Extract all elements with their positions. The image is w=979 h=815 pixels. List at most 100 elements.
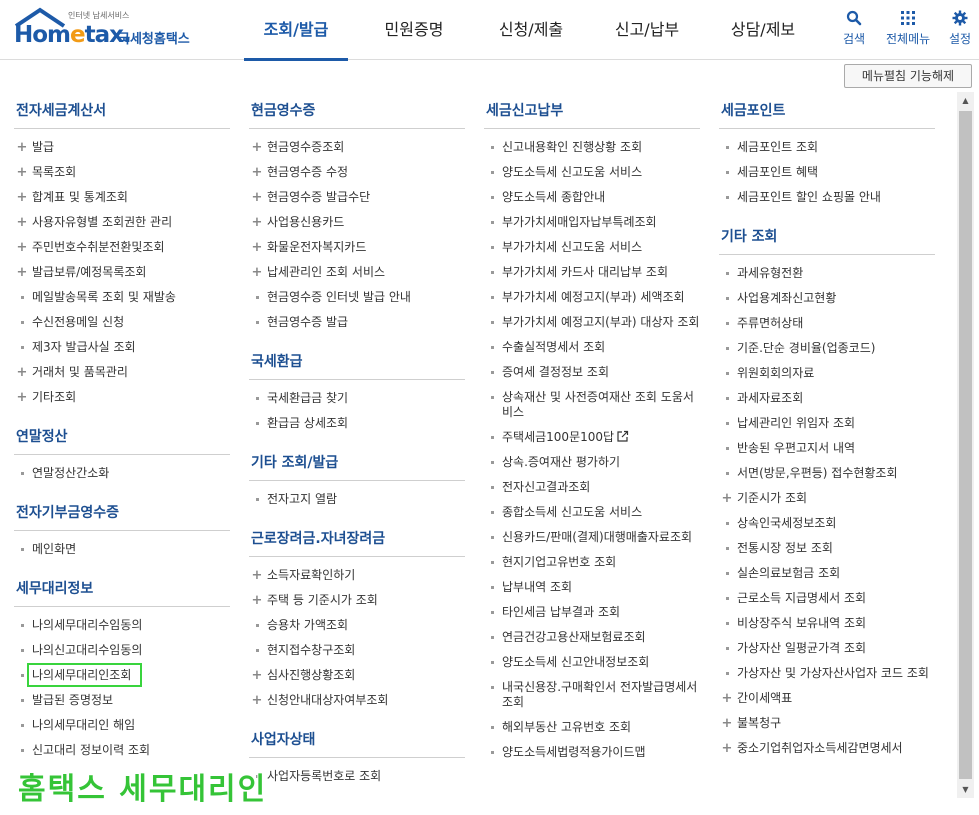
menu-item-link[interactable]: + 현금영수증조회 [249,135,465,160]
menu-item-link[interactable]: 발급된 증명정보 [14,688,230,713]
menu-item-link[interactable]: 나의세무대리인조회 [14,663,230,688]
menu-item-link[interactable]: 양도소득세법령적용가이드맵 [484,740,700,765]
settings-button[interactable]: 설정 [949,8,971,47]
menu-item-link[interactable]: + 발급보류/예정목록조회 [14,260,230,285]
gnb-tab-report-pay[interactable]: 신고/납부 [594,0,700,60]
menu-item-label: 목록조회 [32,165,77,179]
menu-item-link[interactable]: + 사용자유형별 조회권한 관리 [14,210,230,235]
search-button[interactable]: 검색 [843,8,865,47]
menu-item-link[interactable]: 사업자등록번호로 조회 [249,764,465,789]
menu-item-link[interactable]: 부가가치세 신고도움 서비스 [484,235,700,260]
menu-item-link[interactable]: + 납세관리인 조회 서비스 [249,260,465,285]
menu-item-link[interactable]: + 기준시가 조회 [719,486,935,511]
menu-item-link[interactable]: 신고대리 정보이력 조회 [14,738,230,763]
menu-item-link[interactable]: 부가가치세 예정고지(부과) 세액조회 [484,285,700,310]
menu-item-link[interactable]: + 신청안내대상자여부조회 [249,688,465,713]
menu-item-link[interactable]: 연금건강고용산재보험료조회 [484,625,700,650]
menu-item-link[interactable]: + 현금영수증 수정 [249,160,465,185]
menu-item-link[interactable]: 나의세무대리수임동의 [14,613,230,638]
gnb-tab-civil-cert[interactable]: 민원증명 [360,0,468,60]
scroll-up-arrow-icon[interactable]: ▲ [957,92,974,109]
menu-item-link[interactable]: + 거래처 및 품목관리 [14,360,230,385]
menu-item-link[interactable]: 상속인국세정보조회 [719,511,935,536]
menu-item-link[interactable]: 상속재산 및 사전증여재산 조회 도움서비스 [484,385,700,425]
menu-item-link[interactable]: 국세환급금 찾기 [249,386,465,411]
menu-expand-toggle-button[interactable]: 메뉴펼침 기능해제 [844,64,972,88]
gnb-tab-apply-submit[interactable]: 신청/제출 [468,0,594,60]
menu-item-link[interactable]: 세금포인트 할인 쇼핑몰 안내 [719,185,935,210]
menu-item-link[interactable]: 전통시장 정보 조회 [719,536,935,561]
menu-item-link[interactable]: + 기타조회 [14,385,230,410]
menu-item-link[interactable]: 반송된 우편고지서 내역 [719,436,935,461]
menu-item-link[interactable]: 승용차 가액조회 [249,613,465,638]
all-menu-button[interactable]: 전체메뉴 [886,8,930,47]
menu-item-link[interactable]: 세금포인트 혜택 [719,160,935,185]
menu-item-link[interactable]: 부가가치세 카드사 대리납부 조회 [484,260,700,285]
menu-item-link[interactable]: 위원회회의자료 [719,361,935,386]
menu-item-link[interactable]: 제3자 발급사실 조회 [14,335,230,360]
menu-item-link[interactable]: 현지기업고유번호 조회 [484,550,700,575]
menu-item-link[interactable]: + 사업용신용카드 [249,210,465,235]
menu-item-link[interactable]: 부가가치세 예정고지(부과) 대상자 조회 [484,310,700,335]
menu-item-link[interactable]: 타인세금 납부결과 조회 [484,600,700,625]
menu-item-link[interactable]: 기준.단순 경비율(업종코드) [719,336,935,361]
menu-item-link[interactable]: + 현금영수증 발급수단 [249,185,465,210]
menu-item-link[interactable]: 근로소득 지급명세서 조회 [719,586,935,611]
menu-item-link[interactable]: 부가가치세매입자납부특례조회 [484,210,700,235]
vertical-scrollbar[interactable]: ▲ ▼ [957,92,974,798]
menu-item-link[interactable]: + 소득자료확인하기 [249,563,465,588]
menu-item-link[interactable]: 세금포인트 조회 [719,135,935,160]
menu-item-link[interactable]: 양도소득세 신고안내정보조회 [484,650,700,675]
menu-item-link[interactable]: 실손의료보험금 조회 [719,561,935,586]
menu-item-link[interactable]: + 목록조회 [14,160,230,185]
menu-item-link[interactable]: + 불복청구 [719,711,935,736]
menu-item-link[interactable]: 가상자산 및 가상자산사업자 코드 조회 [719,661,935,686]
menu-item-link[interactable]: 메일발송목록 조회 및 재발송 [14,285,230,310]
gnb-tab-consult-report[interactable]: 상담/제보 [700,0,826,60]
menu-item-link[interactable]: 납세관리인 위임자 조회 [719,411,935,436]
menu-item-link[interactable]: + 간이세액표 [719,686,935,711]
menu-item-link[interactable]: 현지접수창구조회 [249,638,465,663]
menu-item-link[interactable]: + 화물운전자복지카드 [249,235,465,260]
menu-item-link[interactable]: 가상자산 일평균가격 조회 [719,636,935,661]
menu-item-link[interactable]: 사업용계좌신고현황 [719,286,935,311]
scroll-down-arrow-icon[interactable]: ▼ [957,781,974,798]
menu-item-link[interactable]: + 심사진행상황조회 [249,663,465,688]
menu-item-link[interactable]: 납부내역 조회 [484,575,700,600]
hometax-logo[interactable]: 인터넷 납세서비스 Hometax. 국세청홈택스 [12,6,202,52]
menu-item-link[interactable]: 양도소득세 신고도움 서비스 [484,160,700,185]
bullet-icon [487,745,497,760]
menu-item-link[interactable]: 종합소득세 신고도움 서비스 [484,500,700,525]
menu-item-link[interactable]: 현금영수증 인터넷 발급 안내 [249,285,465,310]
menu-item-link[interactable]: 신용카드/판매(결제)대행매출자료조회 [484,525,700,550]
menu-item-link[interactable]: 메인화면 [14,537,230,562]
menu-item-link[interactable]: + 발급 [14,135,230,160]
menu-item-link[interactable]: 나의세무대리인 해임 [14,713,230,738]
scrollbar-thumb[interactable] [959,111,972,779]
menu-item-link[interactable]: 해외부동산 고유번호 조회 [484,715,700,740]
menu-item-link[interactable]: 전자신고결과조회 [484,475,700,500]
menu-item-link[interactable]: 과세유형전환 [719,261,935,286]
menu-item-link[interactable]: 전자고지 열람 [249,487,465,512]
menu-item-link[interactable]: 증여세 결정정보 조회 [484,360,700,385]
menu-item-link[interactable]: + 합계표 및 통계조회 [14,185,230,210]
menu-item-link[interactable]: 신고내용확인 진행상황 조회 [484,135,700,160]
menu-item-link[interactable]: 양도소득세 종합안내 [484,185,700,210]
gnb-tab-inquiry-issue[interactable]: 조회/발급 [232,0,360,61]
menu-item-link[interactable]: + 중소기업취업자소득세감면명세서 [719,736,935,761]
menu-item-link[interactable]: 서면(방문,우편등) 접수현황조회 [719,461,935,486]
menu-item-link[interactable]: 연말정산간소화 [14,461,230,486]
menu-item-link[interactable]: 비상장주식 보유내역 조회 [719,611,935,636]
menu-item-link[interactable]: 상속.증여재산 평가하기 [484,450,700,475]
menu-item-link[interactable]: + 주택 등 기준시가 조회 [249,588,465,613]
menu-item-link[interactable]: 과세자료조회 [719,386,935,411]
menu-item-link[interactable]: 현금영수증 발급 [249,310,465,335]
menu-item-link[interactable]: 수신전용메일 신청 [14,310,230,335]
menu-item-link[interactable]: 주류면허상태 [719,311,935,336]
menu-item-link[interactable]: 나의신고대리수임동의 [14,638,230,663]
menu-item-link[interactable]: 환급금 상세조회 [249,411,465,436]
menu-item-link[interactable]: 주택세금100문100답 [484,425,700,450]
menu-item-link[interactable]: 수출실적명세서 조회 [484,335,700,360]
menu-item-link[interactable]: + 주민번호수취분전환및조회 [14,235,230,260]
menu-item-link[interactable]: 내국신용장.구매확인서 전자발급명세서 조회 [484,675,700,715]
